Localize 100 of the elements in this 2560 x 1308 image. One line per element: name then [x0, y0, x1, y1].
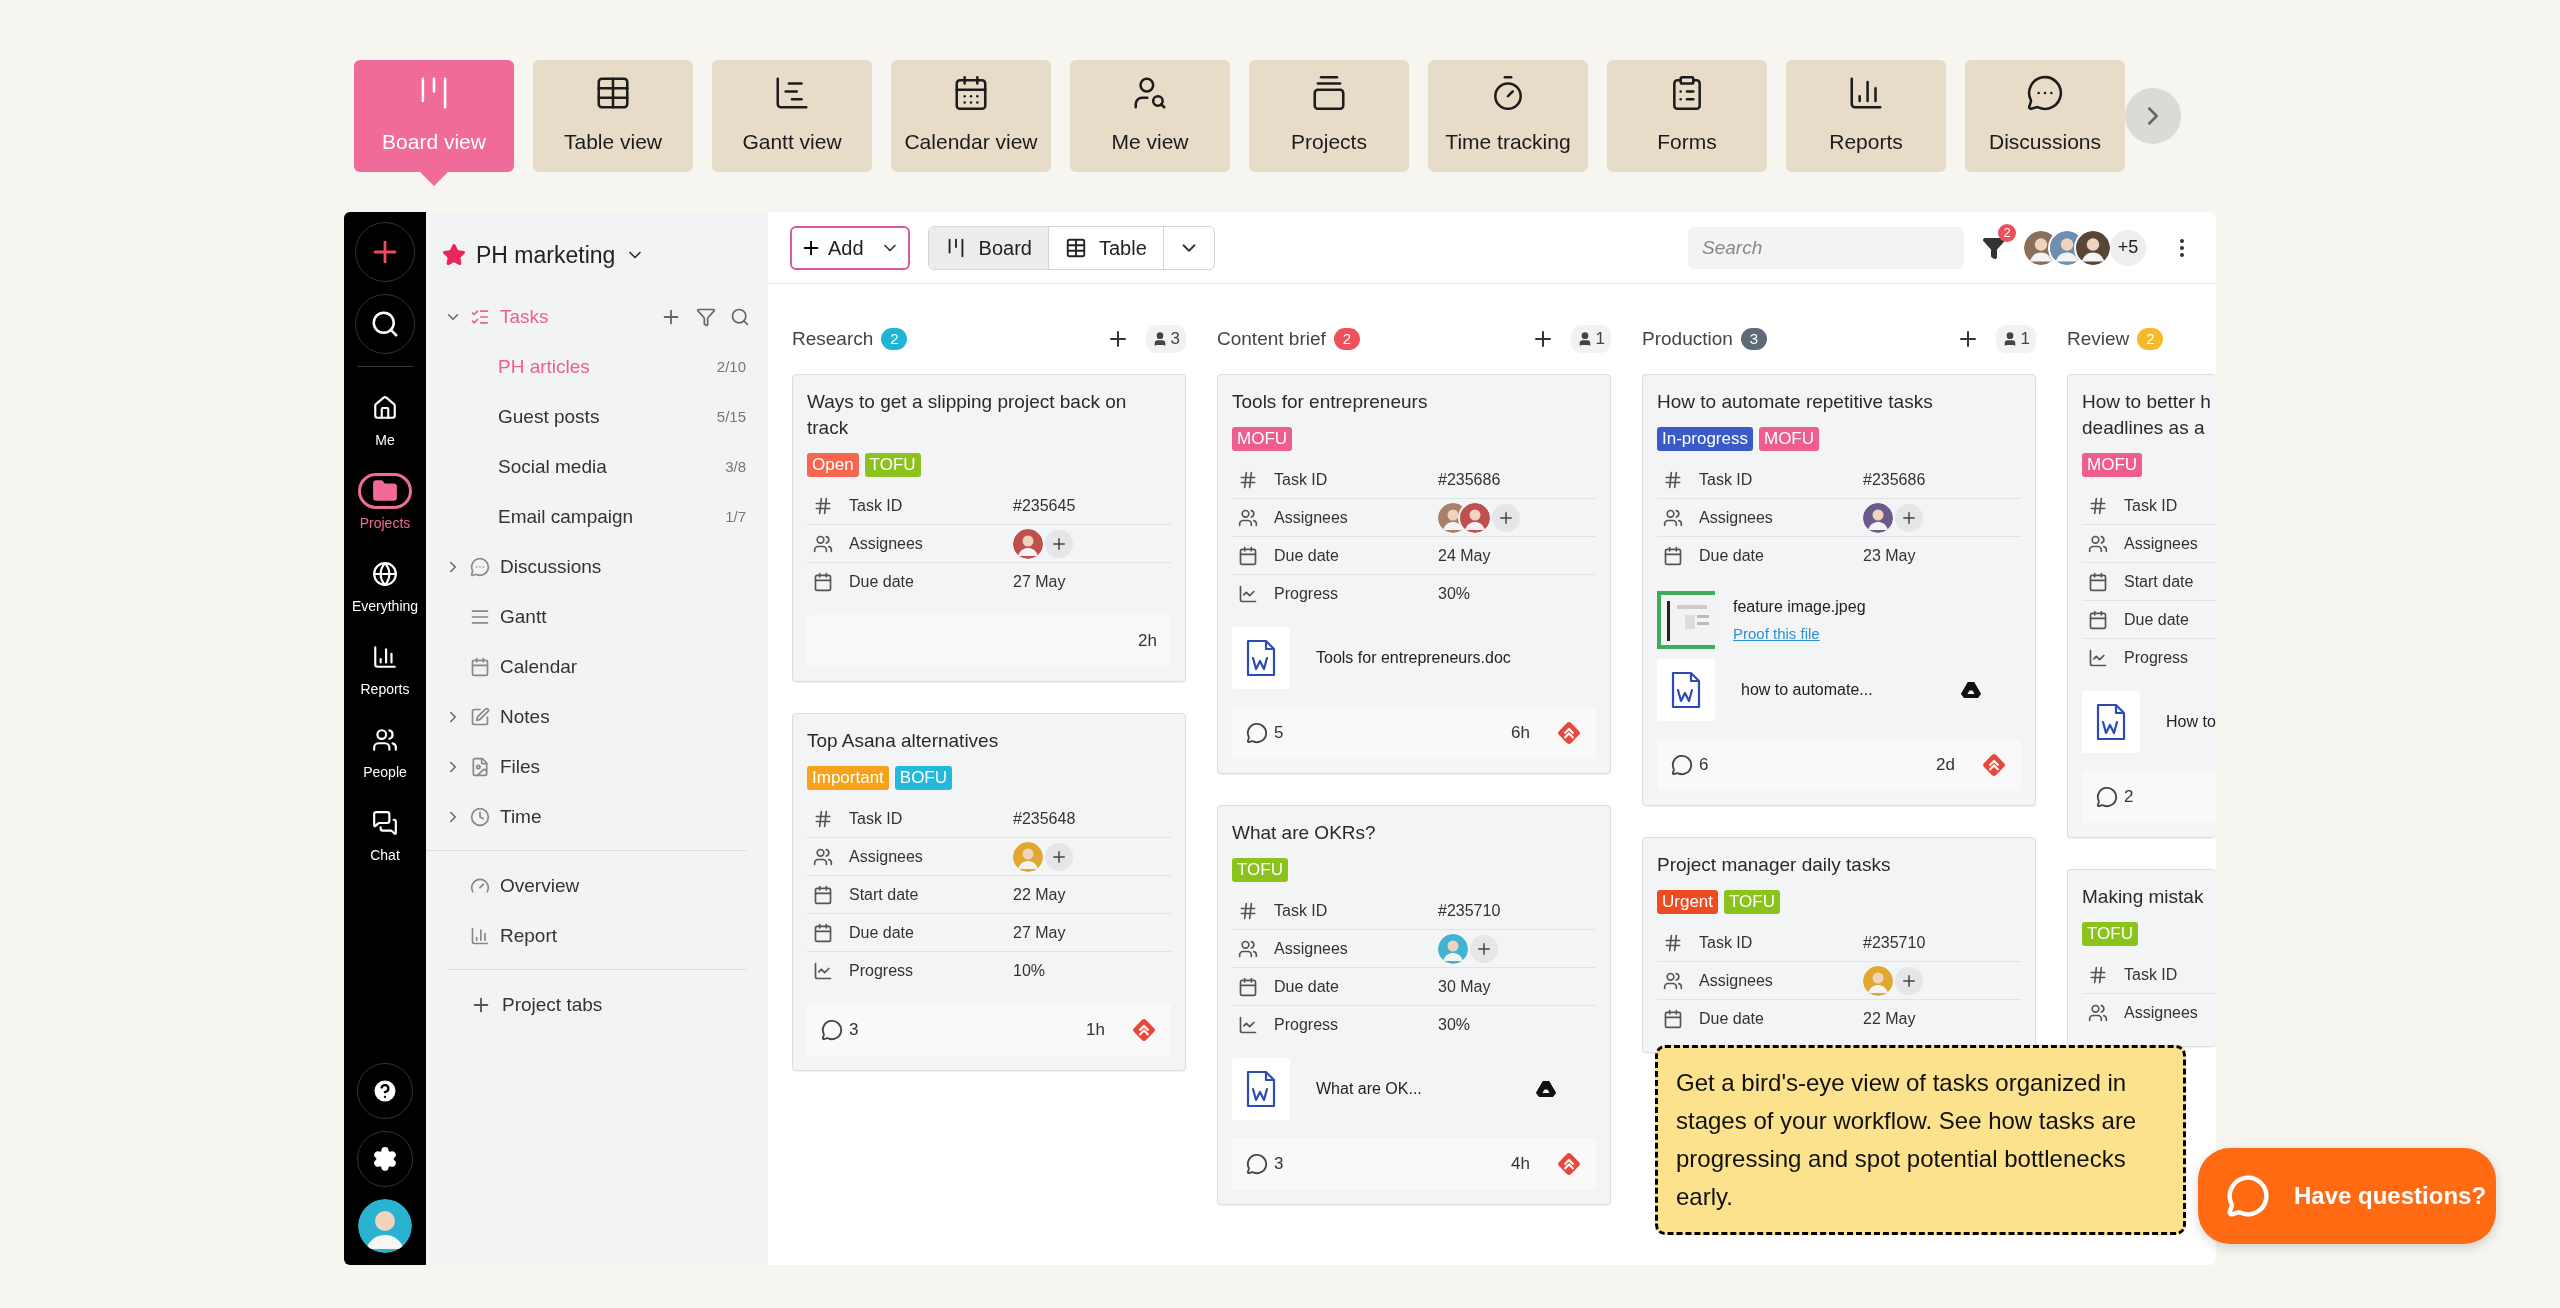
chat-bubble-icon	[2226, 1174, 2270, 1218]
task-card[interactable]: Tools for entrepreneurs MOFU Task ID #235686 Assignees Due date 24 May Progress 30% Tools for entrepreneurs.doc 5 6h	[1217, 374, 1611, 774]
view-tab[interactable]: Discussions	[1965, 60, 2125, 172]
view-tab[interactable]: Table view	[533, 60, 693, 172]
document-icon	[1232, 627, 1290, 689]
view-switch-tab[interactable]: Board	[928, 226, 1049, 269]
add-label[interactable]: Add	[828, 232, 864, 263]
search-icon[interactable]	[730, 307, 750, 327]
rail-item[interactable]: Projects	[358, 462, 412, 545]
calendar-icon	[2088, 571, 2108, 592]
view-tab[interactable]: Me view	[1070, 60, 1230, 172]
member-count[interactable]: 1	[1570, 325, 1611, 353]
sidebar-item[interactable]: Guest posts 5/15	[426, 392, 768, 442]
view-tab[interactable]: Projects	[1249, 60, 1409, 172]
add-assignee-button[interactable]	[1470, 934, 1498, 963]
rail-item[interactable]: Chat	[370, 794, 400, 877]
gauge-icon	[470, 876, 490, 896]
add-assignee-button[interactable]	[1895, 966, 1923, 995]
view-tab[interactable]: Calendar view	[891, 60, 1051, 172]
field-label: Progress	[849, 961, 915, 981]
search-field[interactable]: Search	[1688, 226, 1964, 269]
field-value: #235710	[1863, 932, 1926, 953]
star-icon[interactable]	[442, 243, 466, 267]
add-assignee-button[interactable]	[1895, 503, 1923, 532]
add-assignee-button[interactable]	[1045, 842, 1073, 871]
comment-icon[interactable]	[821, 1019, 843, 1041]
comment-count: 2	[2124, 786, 2134, 809]
view-tab[interactable]: Gantt view	[712, 60, 872, 172]
tag: Open	[807, 453, 859, 477]
field-label: Progress	[1274, 584, 1340, 604]
sidebar-item[interactable]: Email campaign 1/7	[426, 492, 768, 542]
field-label: Due date	[1699, 1009, 1765, 1029]
field-label: Task ID	[1699, 932, 1754, 953]
comment-count: 5	[1274, 722, 1284, 745]
tag: Important	[807, 766, 889, 790]
comment-icon[interactable]	[1246, 722, 1268, 744]
add-assignee-button[interactable]	[1045, 529, 1073, 558]
task-card[interactable]: What are OKRs? TOFU Task ID #235710 Assignees Due date 30 May Progress 30% What are OK... 3 4h	[1217, 805, 1611, 1205]
comment-icon[interactable]	[1246, 1153, 1268, 1175]
task-card[interactable]: Ways to get a slipping project back on track Open TOFU Task ID #235645 Assignees Due date 27 May 2h	[792, 374, 1186, 682]
sidebar-item[interactable]: Notes	[426, 692, 768, 742]
user-avatar[interactable]	[358, 1199, 412, 1253]
add-project-tab-button[interactable]: Project tabs	[448, 980, 603, 1030]
drive-icon[interactable]	[1961, 681, 1981, 699]
globe-icon	[372, 561, 398, 587]
note-icon	[470, 707, 490, 727]
card-title: Making mistak	[2082, 885, 2205, 909]
drive-icon[interactable]	[1536, 1080, 1556, 1098]
sidebar-item[interactable]: Files	[426, 742, 768, 792]
next-button[interactable]	[2125, 88, 2181, 144]
view-tab[interactable]: Forms	[1607, 60, 1767, 172]
sidebar-item[interactable]: Overview	[426, 861, 746, 911]
field-label: Start date	[849, 884, 920, 905]
sidebar-item[interactable]: Gantt	[426, 592, 768, 642]
view-tab[interactable]: Time tracking	[1428, 60, 1588, 172]
rail-item[interactable]: Me	[372, 379, 398, 462]
view-tab[interactable]: Reports	[1786, 60, 1946, 172]
comment-count: 6	[1699, 754, 1709, 777]
task-count: 5/15	[716, 406, 746, 427]
sidebar-item[interactable]: Social media 3/8	[426, 442, 768, 492]
task-card[interactable]: Top Asana alternatives Important BOFU Task ID #235648 Assignees Start date 22 May Due date 27 May Progress 10% 3 1h	[792, 713, 1186, 1071]
card-title: How to better h deadlines as a	[2082, 390, 2212, 440]
member-count[interactable]: 3	[1145, 325, 1186, 353]
member-count[interactable]: 1	[1995, 325, 2036, 353]
filter-badge: 2	[1998, 223, 2016, 242]
field-value: 22 May	[1013, 884, 1066, 905]
task-card[interactable]: How to automate repetitive tasks In-progress MOFU Task ID #235686 Assignees Due date 23 May feature image.jpeg Proof this file how to automate... 6 2d	[1642, 374, 2036, 806]
field-label: Assignees	[1274, 507, 1349, 528]
add-assignee-button[interactable]	[1492, 503, 1520, 532]
task-card[interactable]: Making mistak TOFU Task ID Assignees	[2067, 869, 2216, 1047]
sidebar-item[interactable]: Calendar	[426, 642, 768, 692]
search-button[interactable]	[355, 294, 415, 354]
field-label: Task ID	[2124, 495, 2179, 516]
rail-item[interactable]: Reports	[360, 628, 410, 711]
time-spent: 1h	[1086, 1019, 1105, 1042]
field-value: 10%	[1013, 961, 1046, 981]
rail-item[interactable]: People	[363, 711, 407, 794]
sidebar-item[interactable]: Time	[426, 792, 768, 842]
rail-item[interactable]: Everything	[351, 545, 419, 628]
people-icon	[1663, 507, 1683, 528]
comment-icon[interactable]	[2096, 786, 2118, 808]
add-button[interactable]: Add	[790, 225, 910, 270]
sidebar-item[interactable]: Report	[426, 911, 746, 961]
document-icon	[1232, 1058, 1290, 1120]
calendar-icon	[813, 884, 833, 905]
project-title[interactable]: PH marketing	[476, 237, 616, 273]
bar-chart-icon	[372, 644, 398, 670]
tag: TOFU	[1724, 890, 1780, 914]
comment-icon[interactable]	[1671, 754, 1693, 776]
field-label: Task ID	[1699, 469, 1754, 490]
chat-icon	[372, 810, 398, 836]
sidebar-item[interactable]: Discussions	[426, 542, 768, 592]
task-card[interactable]: Project manager daily tasks Urgent TOFU Task ID #235710 Assignees Due date 22 May	[1642, 837, 2036, 1053]
sidebar-item[interactable]: PH articles 2/10	[426, 342, 768, 392]
filter-icon[interactable]	[1982, 235, 2006, 260]
tag: In-progress	[1657, 427, 1753, 451]
task-card[interactable]: How to better h deadlines as a MOFU Task ID Assignees Start date Due date Progress How to 2	[2067, 374, 2216, 838]
field-value: #235686	[1863, 469, 1926, 490]
field-value: #235710	[1438, 900, 1501, 921]
more-members[interactable]: +5	[2110, 229, 2146, 266]
